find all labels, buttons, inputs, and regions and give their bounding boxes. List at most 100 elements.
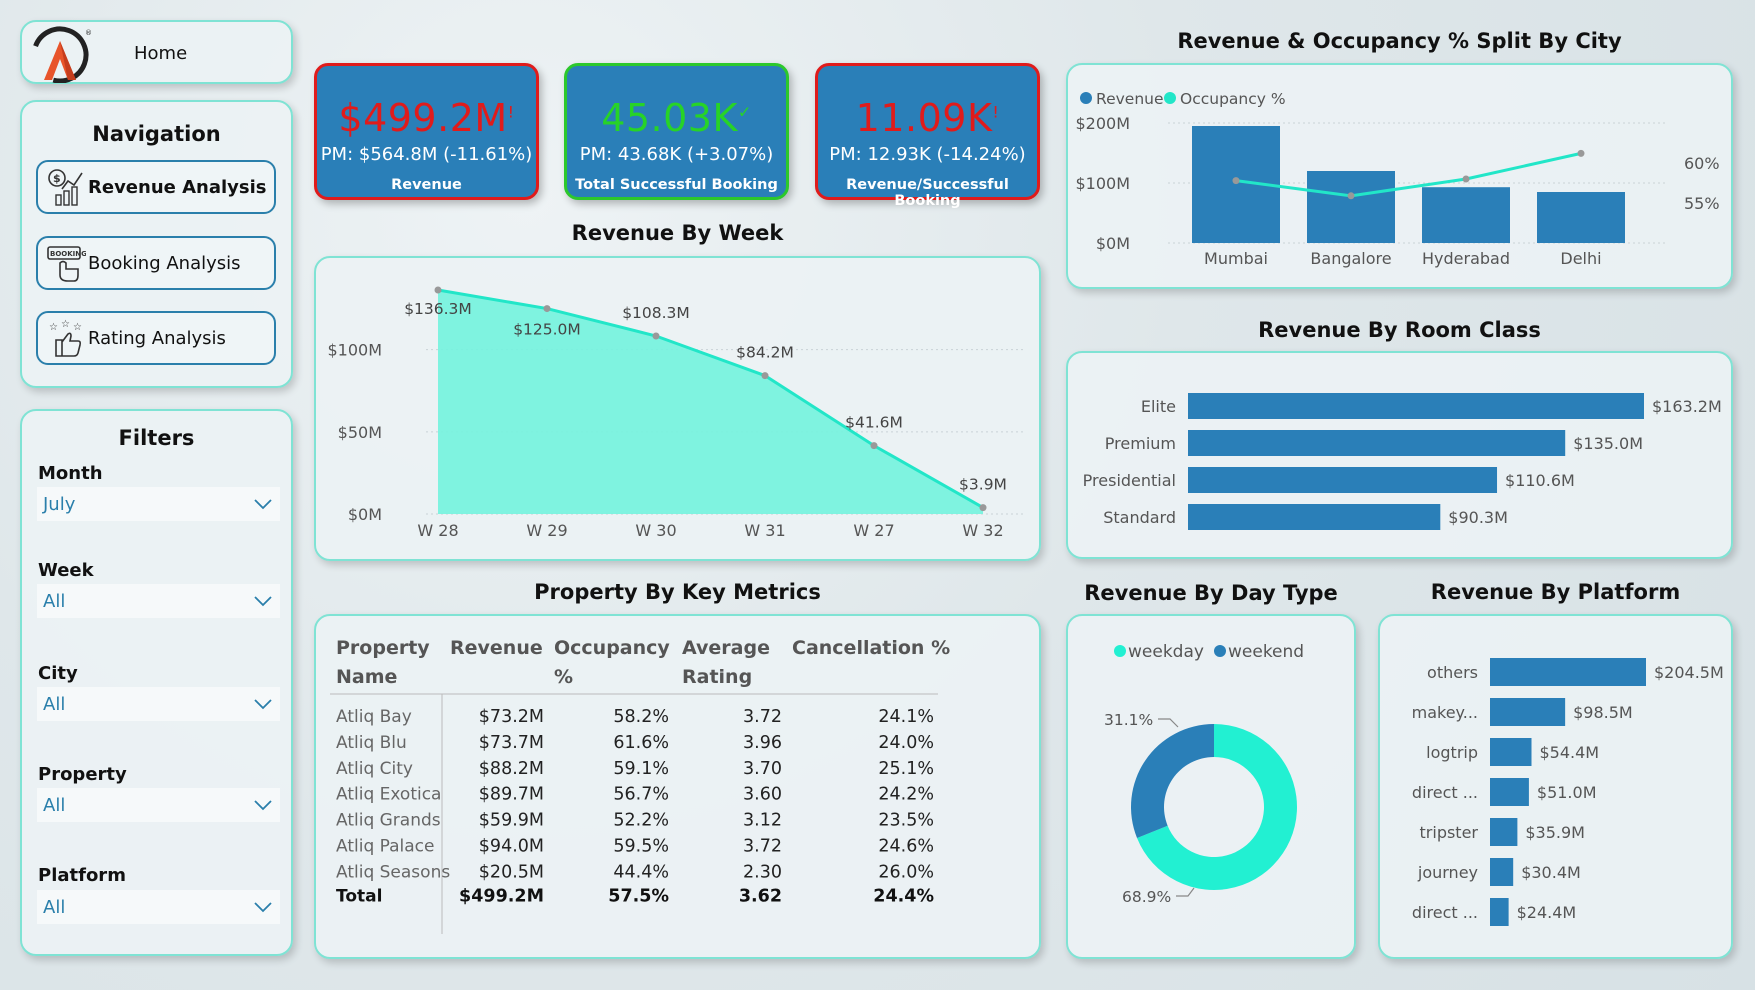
chevron-down-icon [254,699,272,710]
platform-chart: others $204.5M makey... $98.5M logtrip $54.4M… [1412,658,1724,926]
chevron-down-icon [254,800,272,811]
city-chart-panel: Revenue Occupancy % $0M $100M $200M 55% 60% Mum… [1066,63,1733,289]
kpi-value: 45.03K✓ [567,96,786,140]
metric-cell: $73.2M [479,707,544,727]
platform-bar [1490,898,1509,926]
filters-panel: Filters Month July Week All City All Pro… [20,409,293,956]
legend-swatch [1164,92,1176,104]
data-label: 31.1% [1104,711,1153,729]
occupancy-point [1462,175,1470,183]
revenue-chart-icon: $ [48,169,83,206]
check-icon: ✓ [737,102,752,122]
week-value: All [43,590,66,612]
room-class-panel: Elite $163.2M Premium $135.0M Presidential $1… [1066,351,1733,559]
metric-cell: 23.5% [878,811,934,831]
filter-month-label: Month [38,463,103,484]
total-cell: 3.62 [739,886,782,906]
revenue-by-week-chart: $0M $50M $100M $136.3M W 28 $125.0M W 29 $108.3… [327,286,1026,540]
kpi-label: Revenue [391,177,462,193]
metric-cell: 2.30 [743,862,782,882]
category-label: Standard [1103,508,1176,527]
navigation-panel: Navigation $ Revenue Analysis BOOKING Bo… [20,100,293,388]
x-tick-label: W 27 [853,521,894,540]
column-header: Cancellation % [792,637,950,659]
category-label: Presidential [1083,471,1176,490]
revenue-bar [1307,171,1395,243]
property-value: All [43,794,66,816]
kpi-value: 11.09K! [818,96,1037,140]
nav-booking-analysis-button[interactable]: BOOKING Booking Analysis [36,236,276,290]
warning-icon: ! [992,102,1000,122]
x-tick-label: W 31 [744,521,785,540]
data-label: $35.9M [1525,823,1585,842]
chevron-down-icon [254,902,272,913]
metric-cell: 3.60 [743,785,782,805]
leader-line [1158,718,1179,728]
nav-item-label: Rating Analysis [88,327,226,349]
week-dropdown[interactable]: All [37,584,280,618]
property-name-cell: Atliq Palace [336,837,435,857]
metric-cell: 24.1% [878,707,934,727]
metric-cell: $94.0M [479,837,544,857]
platform-bar [1490,738,1532,766]
day-type-panel: weekday weekend 31.1% 68.9% [1066,614,1356,959]
data-label: $24.4M [1517,903,1577,922]
y-tick-label: $100M [327,341,382,360]
svg-text:☆: ☆ [49,322,58,333]
column-header: % [554,666,573,688]
property-name-cell: Atliq Bay [336,707,412,727]
metric-cell: $59.9M [479,811,544,831]
legend-swatch [1214,645,1226,657]
property-dropdown[interactable]: All [37,788,280,822]
metric-cell: 59.5% [613,837,669,857]
column-header: Property [336,637,430,659]
category-label: logtrip [1426,743,1478,762]
data-point [434,286,442,294]
legend-label: weekday [1128,642,1204,662]
metric-cell: 24.0% [878,733,934,753]
kpi-successful-booking-card: 45.03K✓ PM: 43.68K (+3.07%) Total Succes… [564,63,789,200]
nav-revenue-analysis-button[interactable]: $ Revenue Analysis [36,160,276,214]
platform-dropdown[interactable]: All [37,890,280,924]
day-type-title: Revenue By Day Type [1084,581,1338,605]
metric-cell: 3.12 [743,811,782,831]
platform-bar [1490,778,1529,806]
property-name-cell: Atliq Seasons [336,862,450,882]
home-card[interactable]: ® Home [20,20,293,84]
platform-bar [1490,818,1518,846]
city-dropdown[interactable]: All [37,687,280,721]
platform-bar [1490,658,1646,686]
property-name-cell: Atliq Exotica [336,785,441,805]
legend-label: weekend [1228,642,1304,662]
metric-cell: 25.1% [878,759,934,779]
data-point [979,504,987,512]
room-class-title: Revenue By Room Class [1258,318,1541,342]
kpi-value-text: 45.03K [601,96,738,140]
data-point [652,332,660,340]
category-label: direct ... [1412,903,1478,922]
metric-cell: $89.7M [479,785,544,805]
metric-cell: 3.72 [743,837,782,857]
y2-tick-label: 60% [1684,154,1720,173]
data-point [761,372,769,380]
home-label[interactable]: Home [134,43,187,64]
column-header: Average [682,637,770,659]
data-point [870,442,878,450]
data-label: $204.5M [1654,663,1724,682]
kpi-previous-month: PM: 43.68K (+3.07%) [579,144,774,165]
chevron-down-icon [254,596,272,607]
data-label: $3.9M [959,476,1007,494]
filters-title: Filters [118,426,195,450]
month-dropdown[interactable]: July [37,487,280,521]
nav-rating-analysis-button[interactable]: ☆ ☆ ☆ Rating Analysis [36,311,276,365]
metric-cell: $20.5M [479,862,544,882]
nav-item-label: Revenue Analysis [88,176,267,198]
room-bar [1188,467,1498,493]
kpi-value: $499.2M! [317,96,536,140]
category-label: Elite [1141,397,1176,416]
kpi-value-text: $499.2M [338,96,508,140]
filter-city-label: City [38,663,78,684]
svg-text:☆: ☆ [73,322,82,333]
occupancy-line [1235,151,1582,198]
svg-text:®: ® [85,29,92,37]
